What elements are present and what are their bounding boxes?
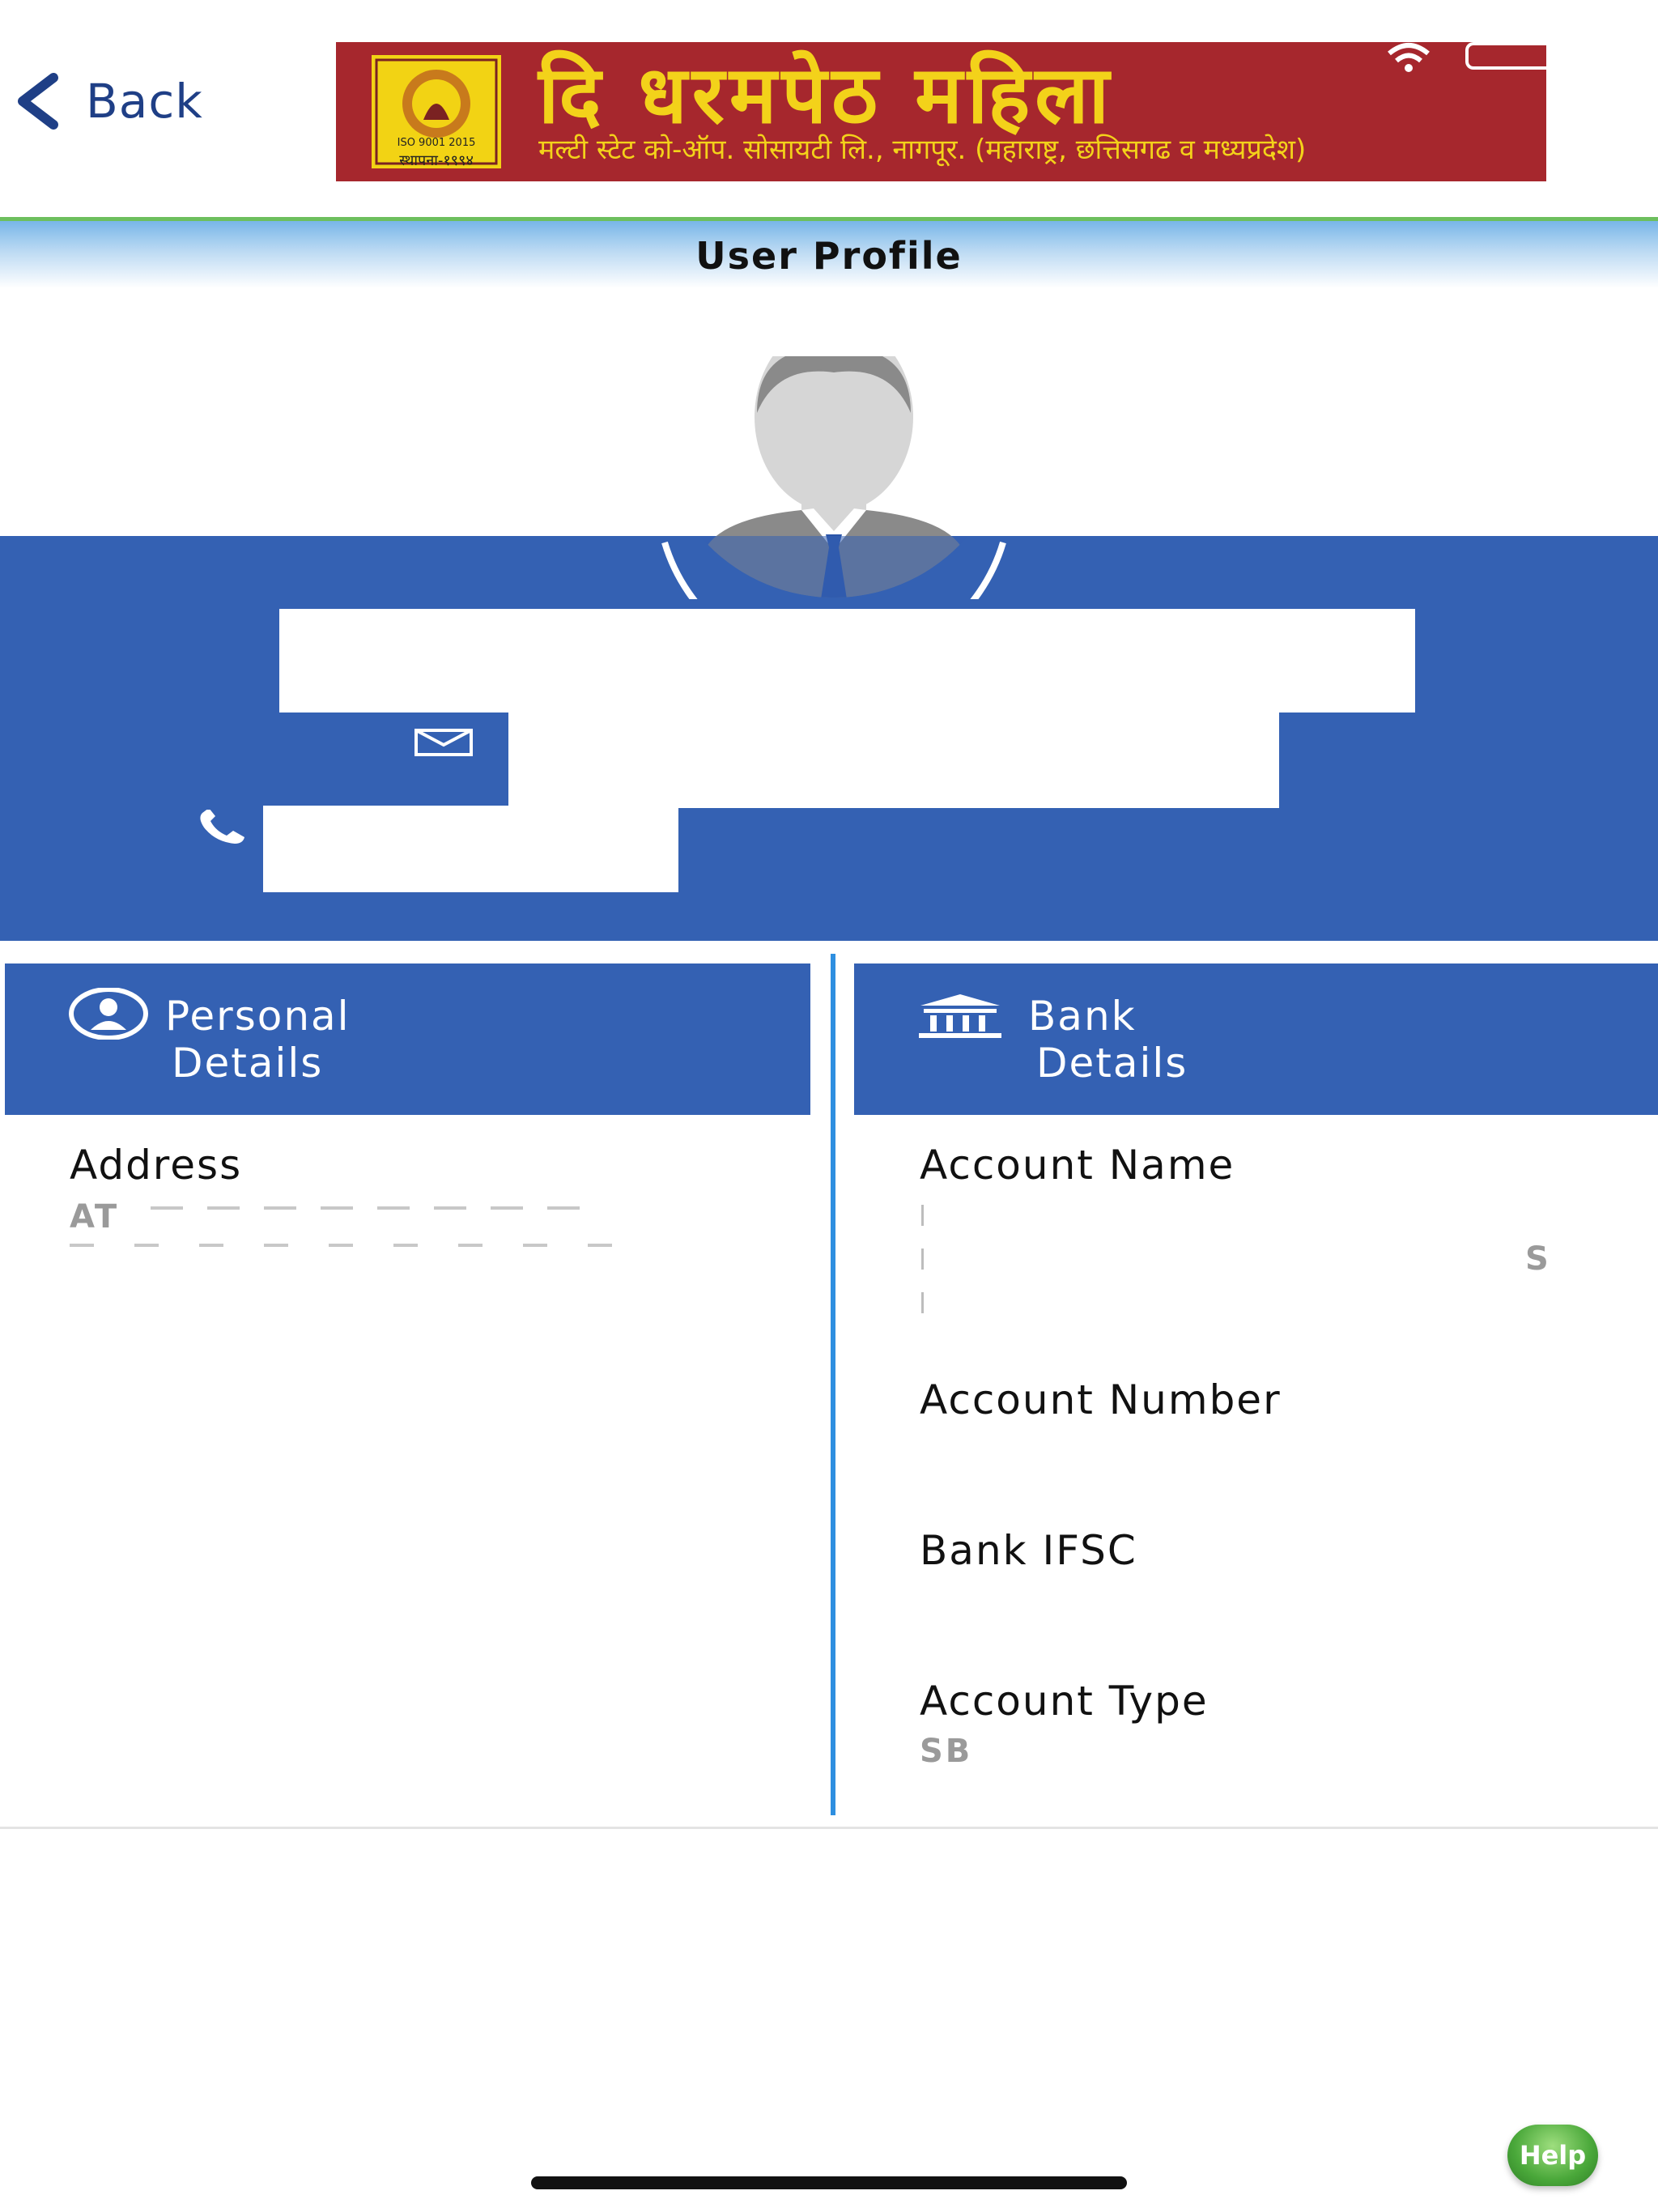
account-type-value: SB [920, 1733, 973, 1770]
bank-building-icon [919, 994, 1001, 1038]
account-name-redacted [921, 1205, 924, 1315]
back-label: Back [86, 74, 203, 129]
address-value-line1: AT [70, 1198, 120, 1236]
bank-heading-line2: Details [1036, 1040, 1188, 1087]
account-number-label: Account Number [920, 1376, 1282, 1423]
seal-iso-text: ISO 9001 2015 [397, 137, 476, 149]
home-indicator[interactable] [531, 2176, 1127, 2189]
account-name-value: S [1525, 1240, 1551, 1278]
user-email-redacted [508, 713, 1279, 808]
seal-est-text: स्थापना-१९९४ [399, 152, 474, 169]
bank-ifsc-label: Bank IFSC [920, 1527, 1137, 1574]
user-phone-redacted [263, 806, 678, 892]
battery-icon [1465, 42, 1546, 70]
personal-heading-line2: Details [172, 1040, 324, 1087]
back-button[interactable]: Back [15, 73, 203, 130]
avatar [657, 356, 1010, 599]
email-icon [414, 729, 473, 756]
account-name-label: Account Name [920, 1142, 1235, 1189]
user-name-redacted [279, 609, 1415, 713]
personal-details-tab[interactable]: Personal Details [5, 963, 810, 1115]
account-type-label: Account Type [920, 1678, 1209, 1725]
title-bar: User Profile [0, 217, 1658, 288]
wifi-icon [1388, 43, 1430, 72]
content-bottom-divider [0, 1827, 1658, 1829]
bank-banner: ISO 9001 2015 स्थापना-१९९४ दि धरमपेठ महि… [336, 42, 1546, 181]
personal-heading-line1: Personal [165, 993, 351, 1040]
bank-seal-logo: ISO 9001 2015 स्थापना-१९९४ [372, 55, 501, 169]
bank-details-tab[interactable]: Bank Details [854, 963, 1658, 1115]
phone-icon [200, 810, 244, 844]
page-title: User Profile [695, 234, 963, 278]
address-label: Address [70, 1142, 243, 1189]
bank-heading-line1: Bank [1028, 993, 1137, 1040]
user-circle-icon [69, 988, 148, 1040]
chevron-left-icon [18, 73, 58, 130]
address-redacted [70, 1202, 623, 1250]
banner-subtitle: मल्टी स्टेट को-ऑप. सोसायटी लि., नागपूर. … [538, 134, 1307, 166]
help-button[interactable]: Help [1507, 2125, 1598, 2186]
column-divider [831, 954, 835, 1815]
